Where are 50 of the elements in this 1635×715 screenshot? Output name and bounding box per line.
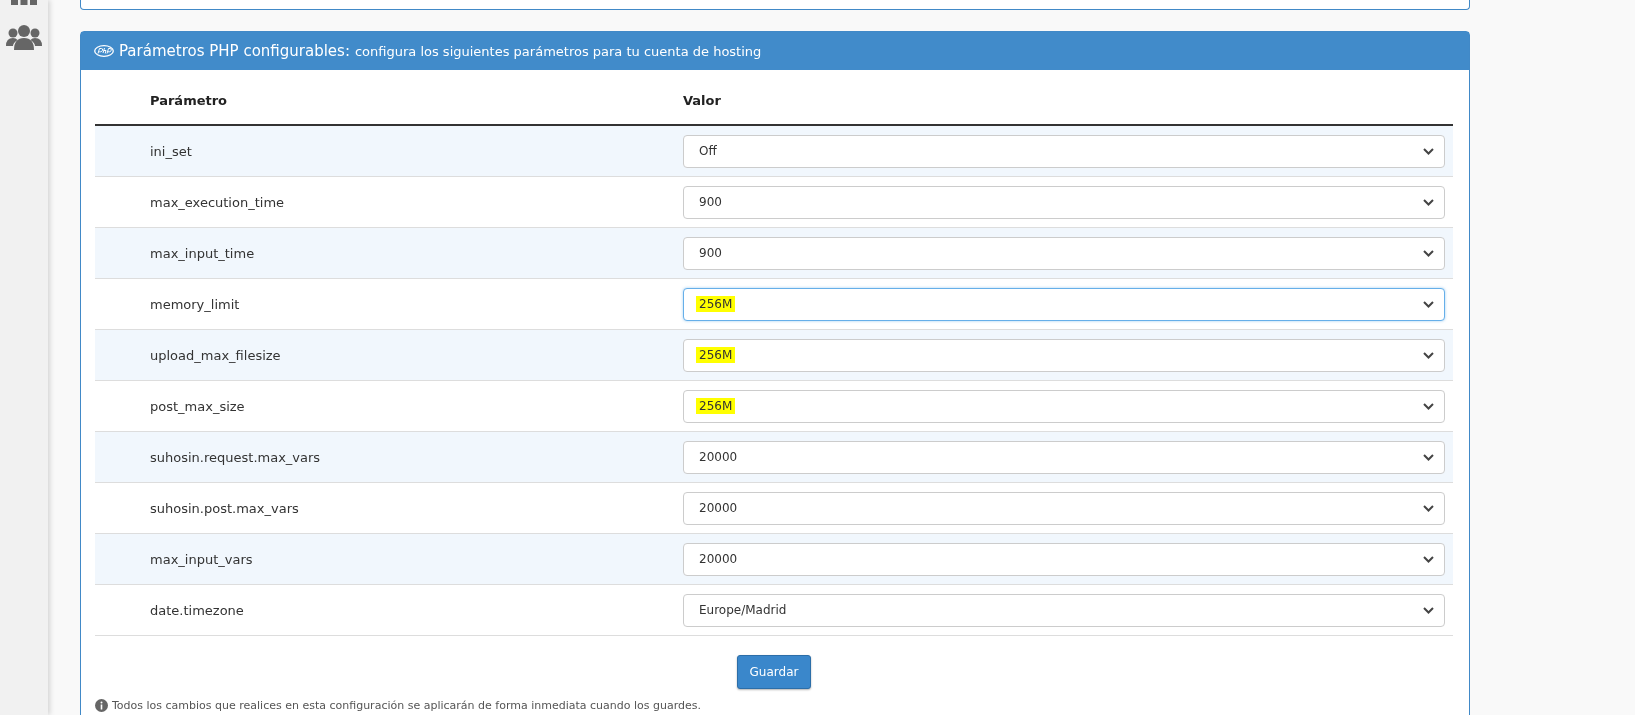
value-select[interactable]: 20000: [683, 491, 1445, 525]
selected-value: 20000: [698, 551, 739, 567]
selected-value: 20000: [698, 500, 739, 516]
grid-icon[interactable]: [11, 0, 37, 6]
selected-value: 256M: [696, 347, 736, 363]
chevron-down-icon: [1423, 453, 1434, 461]
parameter-name: post_max_size: [149, 398, 246, 414]
selected-value: Europe/Madrid: [698, 602, 788, 618]
chevron-down-icon: [1423, 249, 1434, 257]
parameter-name: max_input_time: [149, 245, 256, 261]
value-select[interactable]: 256M: [683, 338, 1445, 372]
chevron-down-icon: [1423, 300, 1434, 308]
info-text: Todos los cambios que realices en esta configuración se aplicarán de forma inmediata cuando los guardes.: [112, 699, 701, 712]
parameter-name: upload_max_filesize: [149, 347, 282, 363]
chevron-down-icon: [1423, 147, 1434, 155]
chevron-down-icon: [1423, 606, 1434, 614]
value-select[interactable]: 256M: [683, 389, 1445, 423]
selected-value: 900: [698, 245, 723, 261]
selected-value: 256M: [696, 296, 736, 312]
value-select[interactable]: 900: [683, 236, 1445, 270]
parameter-name: ini_set: [149, 143, 193, 159]
parameter-name: date.timezone: [149, 602, 245, 618]
parameter-name: max_execution_time: [149, 194, 286, 210]
php-icon: [94, 45, 114, 57]
column-header: Valor: [683, 92, 721, 108]
value-select[interactable]: Off: [683, 134, 1445, 168]
value-select[interactable]: Europe/Madrid: [683, 593, 1445, 627]
selected-value: Off: [698, 143, 718, 159]
save-button[interactable]: Guardar: [736, 655, 812, 689]
parameter-name: suhosin.request.max_vars: [149, 449, 322, 465]
chevron-down-icon: [1423, 555, 1434, 563]
info-icon: [95, 699, 108, 712]
chevron-down-icon: [1423, 351, 1434, 359]
value-select[interactable]: 900: [683, 185, 1445, 219]
value-select[interactable]: 20000: [683, 440, 1445, 474]
selected-value: 256M: [696, 398, 736, 414]
parameter-name: memory_limit: [149, 296, 241, 312]
users-icon[interactable]: [6, 24, 42, 50]
value-select[interactable]: 20000: [683, 542, 1445, 576]
selected-value: 20000: [698, 449, 739, 465]
column-header: Parámetro: [149, 92, 229, 108]
chevron-down-icon: [1423, 402, 1434, 410]
parameter-name: suhosin.post.max_vars: [149, 500, 300, 516]
chevron-down-icon: [1423, 198, 1434, 206]
selected-value: 900: [698, 194, 723, 210]
value-select[interactable]: 256M: [683, 287, 1445, 321]
chevron-down-icon: [1423, 504, 1434, 512]
parameter-name: max_input_vars: [149, 551, 254, 567]
panel-title: Parámetros PHP configurables:: [119, 42, 350, 60]
panel-subtitle: configura los siguientes parámetros para tu cuenta de hosting: [354, 43, 762, 59]
